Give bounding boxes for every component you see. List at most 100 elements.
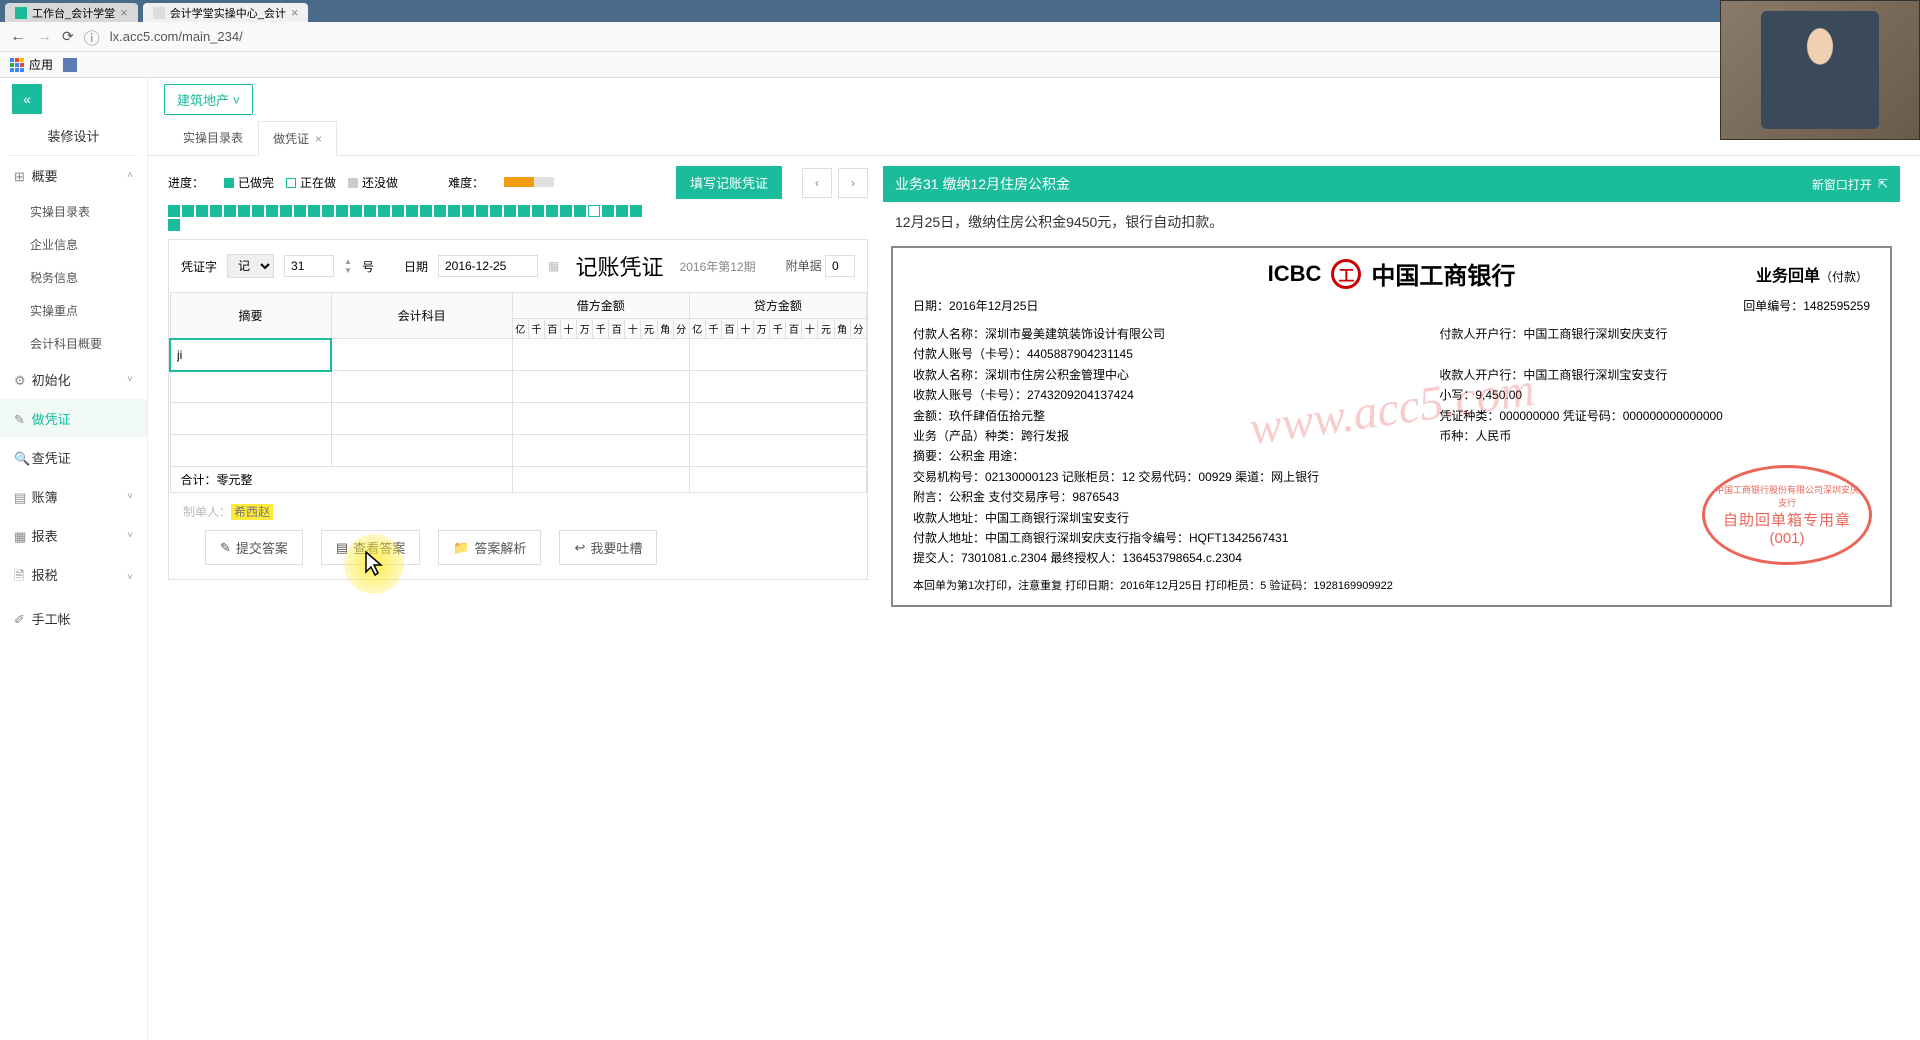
subject-cell-1[interactable] bbox=[331, 339, 512, 371]
collapse-sidebar-button[interactable]: « bbox=[12, 84, 42, 114]
voucher-number-input[interactable] bbox=[284, 255, 334, 277]
submit-answer-button[interactable]: ✎提交答案 bbox=[205, 530, 303, 565]
apps-button[interactable]: 应用 bbox=[10, 56, 53, 73]
progress-block[interactable] bbox=[448, 205, 460, 217]
sidebar-item-reports[interactable]: ▦ 报表 ˅ bbox=[0, 516, 147, 555]
chevron-down-icon: ˅ bbox=[127, 374, 133, 385]
progress-block[interactable] bbox=[168, 219, 180, 231]
fill-voucher-button[interactable]: 填写记账凭证 bbox=[676, 166, 782, 199]
browser-tab-1[interactable]: 工作台_会计学堂 × bbox=[5, 3, 138, 22]
progress-block[interactable] bbox=[224, 205, 236, 217]
close-icon[interactable]: × bbox=[120, 5, 128, 20]
credit-cell-1[interactable] bbox=[689, 339, 866, 371]
progress-block[interactable] bbox=[616, 205, 628, 217]
progress-block[interactable] bbox=[560, 205, 572, 217]
gear-icon: ⚙ bbox=[14, 373, 28, 389]
calendar-icon[interactable]: ▦ bbox=[548, 259, 559, 273]
feedback-button[interactable]: ↩我要吐槽 bbox=[559, 530, 657, 565]
progress-block[interactable] bbox=[420, 205, 432, 217]
progress-block[interactable] bbox=[322, 205, 334, 217]
answer-analysis-button[interactable]: 📁答案解析 bbox=[438, 530, 541, 565]
progress-block[interactable] bbox=[434, 205, 446, 217]
progress-block[interactable] bbox=[280, 205, 292, 217]
progress-block[interactable] bbox=[462, 205, 474, 217]
voucher-period: 2016年第12期 bbox=[680, 258, 756, 275]
bookmark-icon[interactable] bbox=[63, 58, 77, 72]
progress-block[interactable] bbox=[518, 205, 530, 217]
progress-block[interactable] bbox=[350, 205, 362, 217]
progress-block[interactable] bbox=[574, 205, 586, 217]
progress-block[interactable] bbox=[476, 205, 488, 217]
task-description: 12月25日，缴纳住房公积金9450元，银行自动扣款。 bbox=[883, 202, 1900, 242]
back-icon[interactable]: ← bbox=[10, 28, 26, 46]
progress-block[interactable] bbox=[336, 205, 348, 217]
voucher-prefix-select[interactable]: 记 bbox=[227, 254, 274, 278]
tab-voucher[interactable]: 做凭证× bbox=[258, 121, 337, 156]
reload-icon[interactable]: ⟳ bbox=[62, 28, 74, 45]
progress-block[interactable] bbox=[532, 205, 544, 217]
prev-button[interactable]: ‹ bbox=[802, 168, 832, 198]
progress-block[interactable] bbox=[252, 205, 264, 217]
sidebar-item-init[interactable]: ⚙ 初始化 ˅ bbox=[0, 360, 147, 399]
apps-icon bbox=[10, 58, 24, 72]
number-up-icon[interactable]: ▲ bbox=[344, 257, 352, 266]
progress-block[interactable] bbox=[630, 205, 642, 217]
sidebar-item-overview[interactable]: ⊞ 概要 ˄ bbox=[0, 156, 147, 195]
icbc-logo-icon: 工 bbox=[1331, 259, 1361, 289]
difficulty-label: 难度： bbox=[448, 174, 484, 191]
close-icon[interactable]: × bbox=[315, 132, 322, 146]
summary-cell[interactable] bbox=[170, 371, 331, 403]
sidebar-sub-keypoints[interactable]: 实操重点 bbox=[0, 294, 147, 327]
debit-cell-1[interactable] bbox=[512, 339, 689, 371]
summary-input[interactable] bbox=[173, 344, 328, 366]
progress-block[interactable] bbox=[182, 205, 194, 217]
close-icon[interactable]: × bbox=[291, 5, 299, 20]
summary-cell[interactable] bbox=[170, 403, 331, 435]
progress-block[interactable] bbox=[504, 205, 516, 217]
summary-cell[interactable] bbox=[170, 435, 331, 467]
progress-block[interactable] bbox=[392, 205, 404, 217]
attach-count-input[interactable] bbox=[825, 255, 855, 277]
progress-block[interactable] bbox=[378, 205, 390, 217]
sidebar-item-ledger[interactable]: ▤ 账簿 ˅ bbox=[0, 477, 147, 516]
sidebar-item-tax-filing[interactable]: 🗎 报税 ˅ bbox=[0, 555, 147, 599]
progress-block[interactable] bbox=[238, 205, 250, 217]
industry-dropdown[interactable]: 建筑地产 ˅ bbox=[164, 84, 253, 115]
sidebar-sub-subjects[interactable]: 会计科目概要 bbox=[0, 327, 147, 360]
progress-block[interactable] bbox=[266, 205, 278, 217]
sidebar-item-make-voucher[interactable]: ✎ 做凭证 bbox=[0, 399, 147, 438]
next-button[interactable]: › bbox=[838, 168, 868, 198]
progress-block[interactable] bbox=[294, 205, 306, 217]
open-new-window-button[interactable]: 新窗口打开 ⇱ bbox=[1812, 176, 1888, 193]
summary-cell-1[interactable] bbox=[170, 339, 331, 371]
info-icon[interactable]: ⓘ bbox=[84, 25, 100, 49]
voucher-date-input[interactable] bbox=[438, 255, 538, 277]
progress-block[interactable] bbox=[168, 205, 180, 217]
tab-catalog[interactable]: 实操目录表 bbox=[168, 120, 258, 155]
sidebar-item-search-voucher[interactable]: 🔍 查凭证 bbox=[0, 438, 147, 477]
progress-block[interactable] bbox=[210, 205, 222, 217]
progress-block[interactable] bbox=[364, 205, 376, 217]
sidebar-sub-catalog[interactable]: 实操目录表 bbox=[0, 195, 147, 228]
progress-block[interactable] bbox=[406, 205, 418, 217]
col-subject: 会计科目 bbox=[331, 293, 512, 339]
progress-block[interactable] bbox=[196, 205, 208, 217]
progress-block[interactable] bbox=[546, 205, 558, 217]
progress-block[interactable] bbox=[490, 205, 502, 217]
report-icon: ▦ bbox=[14, 529, 28, 545]
sidebar-sub-company[interactable]: 企业信息 bbox=[0, 228, 147, 261]
video-thumbnail[interactable] bbox=[1720, 0, 1920, 140]
forward-icon[interactable]: → bbox=[36, 28, 52, 46]
progress-block[interactable] bbox=[588, 205, 600, 217]
progress-block[interactable] bbox=[602, 205, 614, 217]
chevron-down-icon: ˅ bbox=[127, 530, 133, 541]
notyet-swatch bbox=[348, 178, 358, 188]
url-text[interactable]: lx.acc5.com/main_234/ bbox=[110, 29, 1886, 44]
sidebar-item-manual-ledger[interactable]: ✐ 手工帐 bbox=[0, 599, 147, 638]
number-down-icon[interactable]: ▼ bbox=[344, 266, 352, 275]
view-answer-button[interactable]: ▤查看答案 bbox=[321, 530, 420, 565]
browser-tab-2[interactable]: 会计学堂实操中心_会计 × bbox=[143, 3, 309, 22]
sidebar-sub-tax[interactable]: 税务信息 bbox=[0, 261, 147, 294]
external-icon: ⇱ bbox=[1878, 177, 1888, 191]
progress-block[interactable] bbox=[308, 205, 320, 217]
